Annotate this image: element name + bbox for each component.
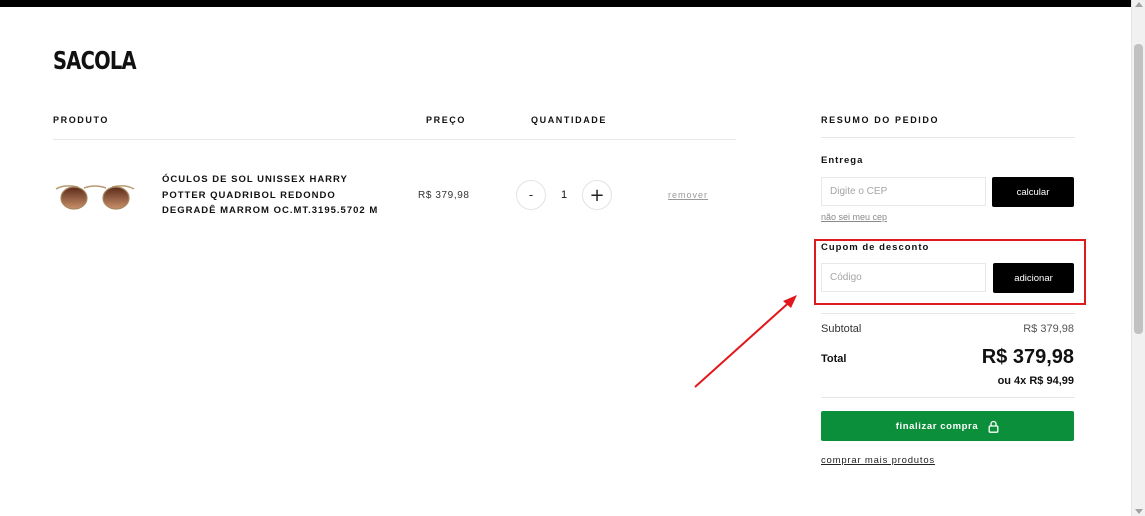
scroll-down-arrow-icon[interactable] [1135,509,1143,514]
summary-divider [821,137,1075,138]
column-header-produto: PRODUTO [53,115,110,125]
total-label: Total [821,353,847,365]
total-divider [821,397,1075,398]
vertical-scrollbar[interactable] [1131,0,1145,516]
cep-input[interactable] [821,177,986,206]
add-coupon-button[interactable]: adicionar [993,263,1074,293]
dont-know-cep-link[interactable]: não sei meu cep [821,212,887,222]
column-header-preco: PREÇO [426,115,467,125]
coupon-input[interactable] [821,263,986,292]
quantity-decrease-button[interactable]: - [516,180,546,210]
annotation-arrow-icon [694,295,797,388]
checkout-button[interactable]: finalizar compra [821,411,1074,441]
lock-icon [988,420,999,433]
installments-value: ou 4x R$ 94,99 [997,375,1074,387]
subtotal-value: R$ 379,98 [1023,323,1074,335]
product-name[interactable]: ÓCULOS DE SOL UNISSEX HARRY POTTER QUADR… [162,172,392,219]
cart-divider [53,139,736,140]
total-value: R$ 379,98 [981,346,1074,368]
quantity-value: 1 [560,189,568,201]
page-title: SACOLA [53,46,137,75]
quantity-increase-button[interactable]: + [582,180,612,210]
coupon-label: Cupom de desconto [821,242,930,253]
checkout-button-label: finalizar compra [895,420,979,432]
remove-item-link[interactable]: remover [668,190,708,200]
calculate-shipping-button[interactable]: calcular [992,177,1074,207]
delivery-label: Entrega [821,155,864,166]
column-header-quantidade: QUANTIDADE [531,115,607,125]
scroll-up-arrow-icon[interactable] [1135,2,1143,7]
scroll-thumb[interactable] [1134,44,1143,334]
order-summary-heading: RESUMO DO PEDIDO [821,115,940,125]
sunglasses-image[interactable] [54,175,136,215]
continue-shopping-link[interactable]: comprar mais produtos [821,455,935,466]
product-price: R$ 379,98 [418,190,470,201]
top-bar [0,0,1131,7]
subtotal-divider [821,313,1075,314]
subtotal-label: Subtotal [821,323,862,335]
